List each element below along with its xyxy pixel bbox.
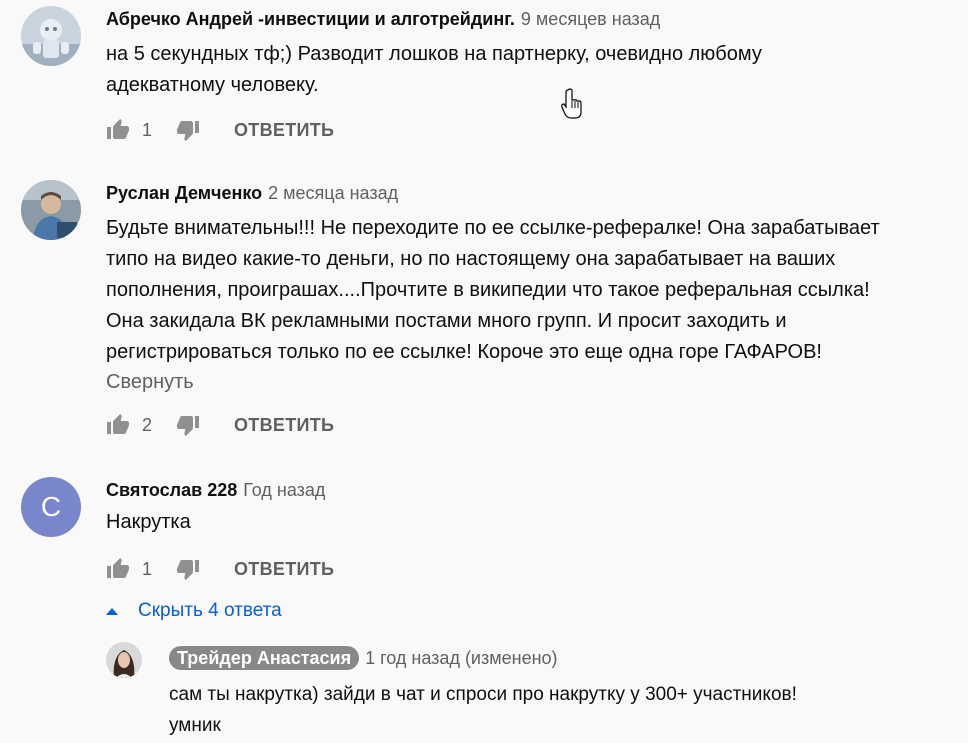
reply-button[interactable]: ОТВЕТИТЬ <box>234 415 334 436</box>
comment-header: Святослав 228 Год назад <box>106 478 325 502</box>
comment-text: на 5 секундных тф;) Разводит лошков на п… <box>106 39 762 101</box>
comment-time[interactable]: 9 месяцев назад <box>521 9 660 29</box>
author-name[interactable]: Святослав 228 <box>106 480 237 500</box>
comment-text-line: типо на видео какие-то деньги, но по нас… <box>106 248 836 270</box>
comment-text-line: Она закидала ВК рекламными постами много… <box>106 310 787 332</box>
author-name[interactable]: Руслан Демченко <box>106 183 262 203</box>
avatar-robot-image <box>21 6 81 66</box>
avatar[interactable] <box>21 6 81 66</box>
like-count: 2 <box>142 414 153 435</box>
reply-text: сам ты накрутка) зайди в чат и спроси пр… <box>169 679 797 741</box>
avatar-photo-image <box>21 180 81 240</box>
reply-button[interactable]: ОТВЕТИТЬ <box>234 559 334 580</box>
thumbs-down-icon[interactable] <box>176 557 200 581</box>
comment-actions: 1 ОТВЕТИТЬ <box>106 116 334 144</box>
comment-text: Накрутка <box>106 507 191 538</box>
comment-header: Руслан Демченко 2 месяца назад <box>106 181 398 205</box>
comment-time[interactable]: Год назад <box>243 480 325 500</box>
comment-actions: 2 ОТВЕТИТЬ <box>106 411 334 439</box>
author-name-badge[interactable]: Трейдер Анастасия <box>169 646 360 670</box>
reply-header: Трейдер Анастасия 1 год назад (изменено) <box>169 646 558 670</box>
comment-text-line: регистрироваться только по ее ссылке! Ко… <box>106 341 822 363</box>
like-count: 1 <box>142 558 153 579</box>
author-name[interactable]: Абречко Андрей -инвестиции и алготрейдин… <box>106 9 515 29</box>
hand-cursor-icon <box>561 88 582 119</box>
thumbs-up-icon[interactable] <box>106 118 130 142</box>
comment-text-line: на 5 секундных тф;) Разводит лошков на п… <box>106 43 762 65</box>
avatar[interactable] <box>21 180 81 240</box>
avatar[interactable] <box>106 642 142 678</box>
thumbs-up-icon[interactable] <box>106 557 130 581</box>
comment-text: Будьте внимательны!!! Не переходите по е… <box>106 213 880 368</box>
comment-text-line: Будьте внимательны!!! Не переходите по е… <box>106 217 880 239</box>
comment-time[interactable]: 1 год назад (изменено) <box>365 648 557 668</box>
avatar-photo-image <box>106 642 142 678</box>
comment-text-line: пополнения, проиграшах....Прочтите в вик… <box>106 279 870 301</box>
avatar-letter: С <box>21 477 81 537</box>
like-count: 1 <box>142 119 153 140</box>
thumbs-down-icon[interactable] <box>176 413 200 437</box>
collapse-link[interactable]: Свернуть <box>106 371 194 394</box>
comment-text-line: адекватному человеку. <box>106 74 319 96</box>
reply-button[interactable]: ОТВЕТИТЬ <box>234 120 334 141</box>
reply-text-line: сам ты накрутка) зайди в чат и спроси пр… <box>169 684 797 705</box>
comment-time[interactable]: 2 месяца назад <box>268 183 398 203</box>
comment-header: Абречко Андрей -инвестиции и алготрейдин… <box>106 7 660 31</box>
caret-up-icon <box>106 607 118 615</box>
reply-text-line: умник <box>169 715 221 736</box>
thumbs-down-icon[interactable] <box>176 118 200 142</box>
avatar[interactable]: С <box>21 477 81 537</box>
thumbs-up-icon[interactable] <box>106 413 130 437</box>
comment-actions: 1 ОТВЕТИТЬ <box>106 555 334 583</box>
hide-replies-button[interactable]: Скрыть 4 ответа <box>106 600 282 622</box>
hide-replies-label: Скрыть 4 ответа <box>138 600 282 621</box>
comment-text-line: Накрутка <box>106 511 191 533</box>
